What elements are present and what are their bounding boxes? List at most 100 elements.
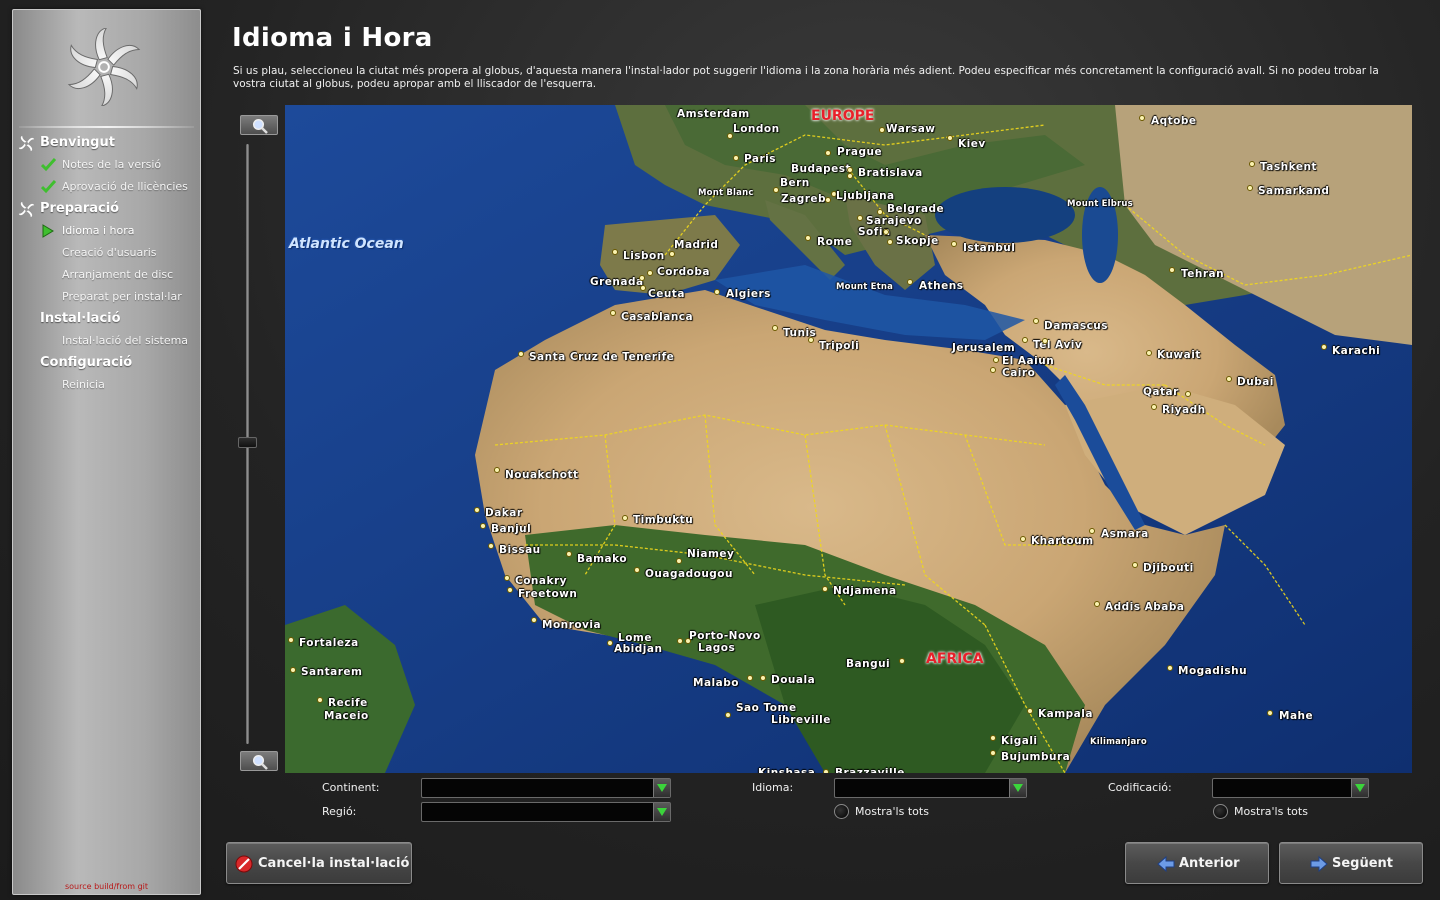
city-label[interactable]: Budapest	[791, 163, 851, 175]
region-select[interactable]	[421, 802, 671, 822]
city-marker-dot[interactable]	[899, 658, 905, 664]
dropdown-arrow-icon[interactable]	[1351, 779, 1368, 797]
city-label[interactable]: Amsterdam	[677, 108, 750, 120]
city-label[interactable]: Riyadh	[1162, 404, 1206, 416]
city-marker-dot[interactable]	[676, 558, 682, 564]
city-label[interactable]: Addis Ababa	[1105, 601, 1185, 613]
city-marker-dot[interactable]	[1226, 376, 1232, 382]
city-label[interactable]: Brazzaville	[835, 767, 905, 773]
city-label[interactable]: Cairo	[1002, 367, 1035, 379]
city-marker-dot[interactable]	[733, 155, 739, 161]
city-label[interactable]: Libreville	[771, 714, 831, 726]
city-label[interactable]: Ouagadougou	[645, 568, 733, 580]
city-label[interactable]: Fortaleza	[299, 637, 359, 649]
city-marker-dot[interactable]	[822, 586, 828, 592]
show-all-encoding-label[interactable]: Mostra'ls tots	[1234, 805, 1308, 818]
city-marker-dot[interactable]	[772, 325, 778, 331]
city-label[interactable]: Madrid	[674, 239, 718, 251]
city-label[interactable]: Tehran	[1181, 268, 1224, 280]
city-label[interactable]: El Aaiun	[1002, 355, 1054, 367]
zoom-out-button[interactable]	[240, 751, 278, 771]
city-marker-dot[interactable]	[857, 215, 863, 221]
city-marker-dot[interactable]	[823, 769, 829, 773]
city-marker-dot[interactable]	[1169, 267, 1175, 273]
city-marker-dot[interactable]	[317, 697, 323, 703]
city-marker-dot[interactable]	[825, 197, 831, 203]
city-label[interactable]: Paris	[744, 153, 776, 165]
city-marker-dot[interactable]	[494, 467, 500, 473]
city-label[interactable]: Damascus	[1044, 320, 1108, 332]
city-marker-dot[interactable]	[990, 735, 996, 741]
city-marker-dot[interactable]	[947, 135, 953, 141]
city-marker-dot[interactable]	[507, 587, 513, 593]
back-button[interactable]: Anterior	[1125, 842, 1269, 884]
city-marker-dot[interactable]	[1249, 161, 1255, 167]
city-marker-dot[interactable]	[1094, 601, 1100, 607]
city-marker-dot[interactable]	[1321, 344, 1327, 350]
encoding-select[interactable]	[1212, 778, 1369, 798]
city-marker-dot[interactable]	[607, 640, 613, 646]
city-label[interactable]: Timbuktu	[633, 514, 693, 526]
city-label[interactable]: Kuwait	[1157, 349, 1201, 361]
city-label[interactable]: Bissau	[499, 544, 541, 556]
show-all-encoding-radio[interactable]	[1213, 804, 1228, 819]
city-label[interactable]: Jerusalem	[952, 342, 1015, 354]
city-marker-dot[interactable]	[566, 551, 572, 557]
city-marker-dot[interactable]	[1139, 115, 1145, 121]
city-marker-dot[interactable]	[1185, 391, 1191, 397]
city-marker-dot[interactable]	[685, 638, 691, 644]
city-marker-dot[interactable]	[480, 523, 486, 529]
city-label[interactable]: Niamey	[687, 548, 734, 560]
city-label[interactable]: Tel Aviv	[1033, 339, 1082, 351]
city-label[interactable]: Casablanca	[621, 311, 693, 323]
city-label[interactable]: Belgrade	[887, 203, 944, 215]
city-marker-dot[interactable]	[474, 507, 480, 513]
city-label[interactable]: Warsaw	[886, 123, 936, 135]
city-marker-dot[interactable]	[725, 712, 731, 718]
world-map[interactable]: Atlantic Ocean EUROPE AFRICA Amsterdam Lo…	[285, 105, 1412, 773]
city-label[interactable]: Kilimanjaro	[1090, 737, 1147, 747]
city-label[interactable]: Kampala	[1038, 708, 1093, 720]
city-label[interactable]: Nouakchott	[505, 469, 579, 481]
city-marker-dot[interactable]	[805, 235, 811, 241]
city-marker-dot[interactable]	[1027, 708, 1033, 714]
city-marker-dot[interactable]	[887, 239, 893, 245]
city-marker-dot[interactable]	[825, 150, 831, 156]
city-label[interactable]: Kiev	[958, 138, 986, 150]
city-label[interactable]: Santarem	[301, 666, 362, 678]
city-label[interactable]: London	[733, 123, 780, 135]
city-label[interactable]: Douala	[771, 674, 815, 686]
city-label[interactable]: Mont Blanc	[698, 188, 754, 198]
city-marker-dot[interactable]	[747, 675, 753, 681]
city-label[interactable]: Santa Cruz de Tenerife	[529, 351, 674, 363]
city-label[interactable]: Cordoba	[657, 266, 710, 278]
city-label[interactable]: Banjul	[491, 523, 531, 535]
city-marker-dot[interactable]	[808, 337, 814, 343]
city-marker-dot[interactable]	[290, 667, 296, 673]
city-label[interactable]: Djibouti	[1143, 562, 1194, 574]
city-marker-dot[interactable]	[1042, 338, 1048, 344]
city-marker-dot[interactable]	[883, 229, 889, 235]
city-marker-dot[interactable]	[1022, 337, 1028, 343]
city-marker-dot[interactable]	[990, 367, 996, 373]
city-marker-dot[interactable]	[612, 249, 618, 255]
city-label[interactable]: Tashkent	[1260, 161, 1317, 173]
city-marker-dot[interactable]	[1167, 665, 1173, 671]
language-select[interactable]	[834, 778, 1027, 798]
city-label[interactable]: Khartoum	[1031, 535, 1094, 547]
city-marker-dot[interactable]	[504, 575, 510, 581]
city-marker-dot[interactable]	[907, 279, 913, 285]
dropdown-arrow-icon[interactable]	[1009, 779, 1026, 797]
city-label[interactable]: Algiers	[726, 288, 771, 300]
city-label[interactable]: Kinshasa	[758, 767, 815, 773]
zoom-slider-handle[interactable]	[238, 437, 257, 448]
city-label[interactable]: Grenada	[590, 276, 644, 288]
city-label[interactable]: Bujumbura	[1001, 751, 1070, 763]
city-marker-dot[interactable]	[640, 285, 646, 291]
show-all-language-radio[interactable]	[834, 804, 849, 819]
city-label[interactable]: Bangui	[846, 658, 890, 670]
city-marker-dot[interactable]	[288, 637, 294, 643]
city-label[interactable]: Bamako	[577, 553, 627, 565]
city-label[interactable]: Prague	[837, 146, 882, 158]
city-marker-dot[interactable]	[1033, 318, 1039, 324]
